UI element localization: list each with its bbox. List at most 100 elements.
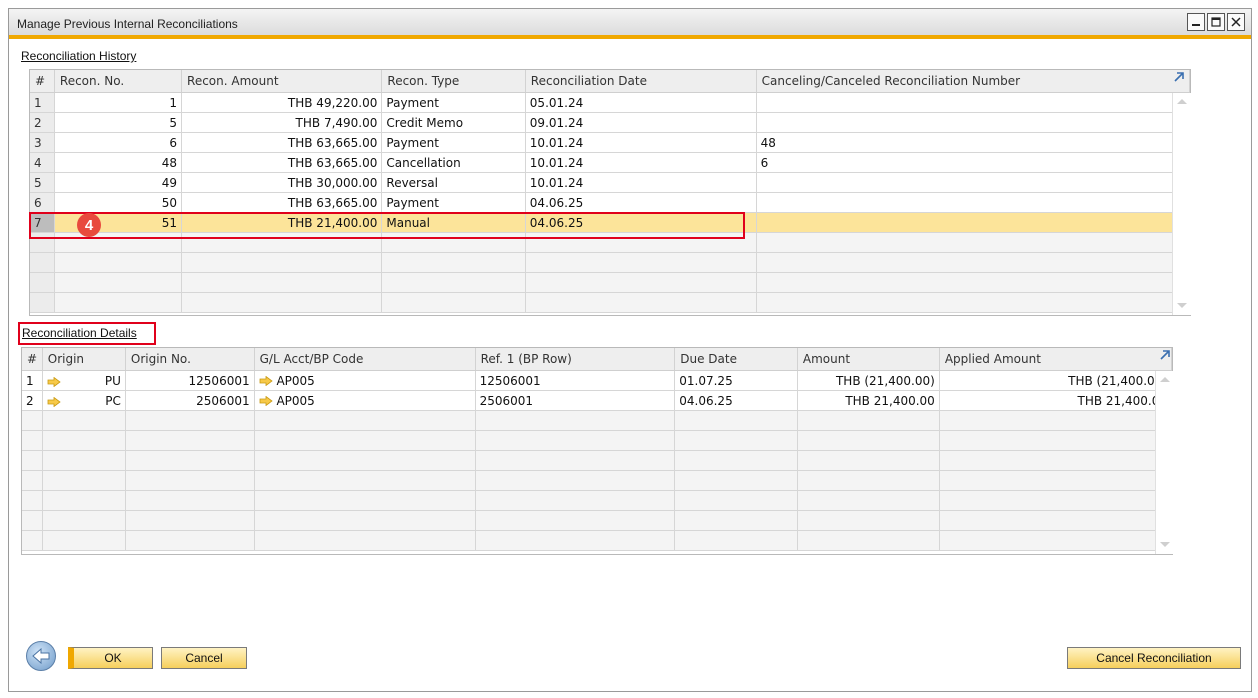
history-row[interactable]: 5 49 THB 30,000.00 Reversal 10.01.24 bbox=[30, 172, 1191, 193]
empty-cell bbox=[42, 410, 126, 431]
canceling-number bbox=[756, 112, 1191, 133]
history-row[interactable]: 3 6 THB 63,665.00 Payment 10.01.24 48 bbox=[30, 132, 1191, 153]
canceling-number: 6 bbox=[756, 152, 1191, 173]
empty-cell bbox=[42, 490, 126, 511]
col-origin-no[interactable]: Origin No. bbox=[125, 348, 255, 371]
empty-cell bbox=[756, 252, 1191, 273]
col-row-number[interactable]: # bbox=[22, 348, 43, 371]
gl-acct-bp-code-cell: AP005 bbox=[254, 390, 476, 411]
gl-acct-bp-code: AP005 bbox=[276, 373, 315, 388]
empty-cell bbox=[254, 470, 476, 491]
origin-cell: PC bbox=[42, 390, 126, 411]
empty-cell bbox=[797, 490, 940, 511]
col-due-date[interactable]: Due Date bbox=[674, 348, 798, 371]
empty-cell bbox=[939, 430, 1173, 451]
scroll-up-icon[interactable] bbox=[1160, 377, 1170, 382]
origin: PU bbox=[104, 373, 121, 388]
cancel-button[interactable]: Cancel bbox=[161, 647, 247, 669]
canceling-number bbox=[756, 212, 1191, 233]
gl-acct-bp-code-cell: AP005 bbox=[254, 370, 476, 391]
reconciliation-details-label[interactable]: Reconciliation Details bbox=[22, 326, 137, 340]
empty-cell bbox=[181, 272, 383, 293]
recon-no: 1 bbox=[54, 92, 183, 113]
col-recon-amount[interactable]: Recon. Amount bbox=[181, 70, 383, 93]
link-arrow-icon[interactable] bbox=[47, 376, 61, 387]
col-row-number[interactable]: # bbox=[30, 70, 55, 93]
row-number: 2 bbox=[22, 390, 43, 411]
empty-row bbox=[30, 292, 1191, 313]
col-amount[interactable]: Amount bbox=[797, 348, 940, 371]
empty-cell bbox=[756, 232, 1191, 253]
expand-icon[interactable] bbox=[1173, 71, 1185, 83]
empty-cell bbox=[54, 292, 183, 313]
cancel-reconciliation-button[interactable]: Cancel Reconciliation bbox=[1067, 647, 1241, 669]
recon-no: 50 bbox=[54, 192, 183, 213]
recon-amount: THB 63,665.00 bbox=[181, 132, 383, 153]
history-row[interactable]: 4 48 THB 63,665.00 Cancellation 10.01.24… bbox=[30, 152, 1191, 173]
row-number: 5 bbox=[30, 172, 55, 193]
expand-icon[interactable] bbox=[1159, 349, 1171, 361]
origin-cell: PU bbox=[42, 370, 126, 391]
details-scrollbar[interactable] bbox=[1155, 371, 1174, 554]
link-arrow-icon[interactable] bbox=[259, 396, 273, 406]
col-recon-type[interactable]: Recon. Type bbox=[381, 70, 526, 93]
empty-cell bbox=[939, 470, 1173, 491]
reconciliation-history-label[interactable]: Reconciliation History bbox=[21, 49, 136, 63]
recon-date: 04.06.25 bbox=[525, 192, 757, 213]
history-scrollbar[interactable] bbox=[1172, 93, 1191, 315]
empty-cell bbox=[475, 450, 676, 471]
col-canceling-number[interactable]: Canceling/Canceled Reconciliation Number bbox=[756, 70, 1191, 93]
back-navigation-icon[interactable] bbox=[26, 641, 56, 671]
empty-cell bbox=[525, 272, 757, 293]
link-arrow-icon[interactable] bbox=[47, 396, 61, 407]
empty-cell bbox=[22, 530, 43, 551]
history-row[interactable]: 6 50 THB 63,665.00 Payment 04.06.25 bbox=[30, 192, 1191, 213]
due-date: 04.06.25 bbox=[674, 390, 798, 411]
minimize-icon[interactable] bbox=[1187, 13, 1205, 31]
empty-cell bbox=[525, 252, 757, 273]
details-row[interactable]: 1 PU 12506001 AP005 12506001 01.07.25 TH… bbox=[22, 370, 1173, 391]
origin: PC bbox=[105, 393, 121, 408]
recon-no: 5 bbox=[54, 112, 183, 133]
empty-cell bbox=[181, 292, 383, 313]
empty-cell bbox=[674, 530, 798, 551]
col-recon-date[interactable]: Reconciliation Date bbox=[525, 70, 757, 93]
col-recon-no[interactable]: Recon. No. bbox=[54, 70, 183, 93]
empty-cell bbox=[125, 490, 255, 511]
scroll-down-icon[interactable] bbox=[1160, 542, 1170, 547]
selected-row-highlight bbox=[29, 212, 745, 239]
empty-cell bbox=[22, 510, 43, 531]
canceling-number bbox=[756, 192, 1191, 213]
maximize-icon[interactable] bbox=[1207, 13, 1225, 31]
recon-type: Payment bbox=[381, 192, 526, 213]
empty-cell bbox=[254, 530, 476, 551]
col-ref1-bp-row[interactable]: Ref. 1 (BP Row) bbox=[475, 348, 676, 371]
ref1-bp-row: 12506001 bbox=[475, 370, 676, 391]
empty-cell bbox=[939, 490, 1173, 511]
empty-cell bbox=[254, 410, 476, 431]
canceling-number bbox=[756, 92, 1191, 113]
col-origin[interactable]: Origin bbox=[42, 348, 126, 371]
empty-cell bbox=[125, 450, 255, 471]
col-applied-amount[interactable]: Applied Amount bbox=[939, 348, 1173, 371]
history-row[interactable]: 2 5 THB 7,490.00 Credit Memo 09.01.24 bbox=[30, 112, 1191, 133]
ok-button[interactable]: OK bbox=[68, 647, 153, 669]
reconciliation-details-grid: # Origin Origin No. G/L Acct/BP Code Ref… bbox=[21, 347, 1173, 555]
col-gl-acct-bp-code[interactable]: G/L Acct/BP Code bbox=[254, 348, 476, 371]
history-row[interactable]: 1 1 THB 49,220.00 Payment 05.01.24 bbox=[30, 92, 1191, 113]
empty-cell bbox=[22, 490, 43, 511]
empty-cell bbox=[42, 530, 126, 551]
empty-row bbox=[22, 490, 1173, 511]
empty-row bbox=[30, 252, 1191, 273]
empty-cell bbox=[42, 430, 126, 451]
window-title: Manage Previous Internal Reconciliations bbox=[17, 17, 238, 31]
details-row[interactable]: 2 PC 2506001 AP005 2506001 04.06.25 THB … bbox=[22, 390, 1173, 411]
row-number: 1 bbox=[22, 370, 43, 391]
empty-cell bbox=[797, 430, 940, 451]
empty-cell bbox=[42, 450, 126, 471]
link-arrow-icon[interactable] bbox=[259, 376, 273, 386]
scroll-down-icon[interactable] bbox=[1177, 303, 1187, 308]
close-icon[interactable] bbox=[1227, 13, 1245, 31]
row-number: 6 bbox=[30, 192, 55, 213]
scroll-up-icon[interactable] bbox=[1177, 99, 1187, 104]
